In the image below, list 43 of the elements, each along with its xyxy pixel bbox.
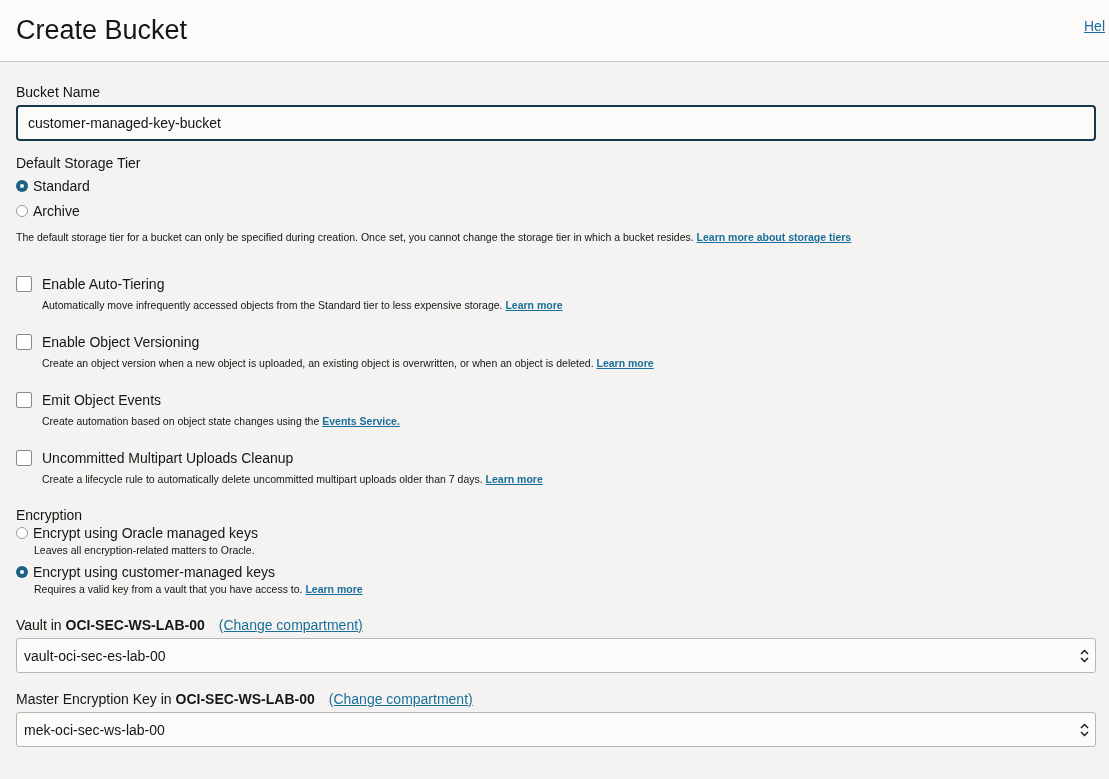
help-text: Leaves all encryption-related matters to Oracle. <box>34 544 256 556</box>
help-text: Create a lifecycle rule to automatically delete uncommitted multipart uploads older than 7 days. Learn more <box>42 473 544 485</box>
help-link[interactable]: Hel <box>1084 17 1109 34</box>
learn-more-link[interactable]: Learn more about storage tiers <box>696 231 852 243</box>
radio-label[interactable]: Standard <box>33 177 90 194</box>
checkbox-label[interactable]: Emit Object Events <box>42 392 162 408</box>
learn-more-link[interactable]: Learn more <box>596 357 654 369</box>
bucket-name-field[interactable]: customer-managed-key-bucket <box>16 105 1096 141</box>
learn-more-link[interactable]: Learn more <box>305 583 363 595</box>
radio-button[interactable] <box>16 204 28 217</box>
chevron-up-down-icon <box>1080 648 1089 663</box>
field-label: Vault in OCI-SEC-WS-LAB-00 <box>16 617 205 633</box>
checkbox-label[interactable]: Uncommitted Multipart Uploads Cleanup <box>42 450 294 466</box>
learn-more-link[interactable]: Learn more <box>485 473 543 485</box>
radio-button[interactable] <box>16 566 28 578</box>
chevron-up-down-icon <box>1080 722 1089 737</box>
field-label: Master Encryption Key in OCI-SEC-WS-LAB-00 <box>16 691 315 707</box>
help-text: Create an object version when a new object is uploaded, an existing object is overwritten, or when an object is deleted. Learn more <box>42 357 655 369</box>
events-service-link[interactable]: Events Service. <box>322 415 400 427</box>
page-title: Create Bucket <box>16 15 188 46</box>
checkbox[interactable] <box>16 450 32 466</box>
checkbox[interactable] <box>16 392 32 408</box>
checkbox-label[interactable]: Enable Object Versioning <box>42 334 200 350</box>
change-compartment-link[interactable]: (Change compartment) <box>328 691 473 707</box>
learn-more-link[interactable]: Learn more <box>505 299 563 311</box>
radio-label[interactable]: Archive <box>33 202 80 219</box>
radio-button[interactable] <box>16 527 28 539</box>
key-select[interactable]: mek-oci-sec-ws-lab-00 <box>16 712 1096 747</box>
radio-label[interactable]: Encrypt using customer-managed keys <box>33 564 275 580</box>
field-label: Bucket Name <box>16 84 102 100</box>
help-text: Requires a valid key from a vault that you have access to. Learn more <box>34 583 364 595</box>
checkbox[interactable] <box>16 276 32 292</box>
field-label: Default Storage Tier <box>16 155 142 171</box>
field-label: Encryption <box>16 507 84 523</box>
radio-label[interactable]: Encrypt using Oracle managed keys <box>33 525 258 541</box>
radio-button[interactable] <box>16 179 28 192</box>
help-text: Automatically move infrequently accessed objects from the Standard tier to less expensive storage. Learn more <box>42 299 564 311</box>
checkbox[interactable] <box>16 334 32 350</box>
help-text: Create automation based on object state changes using the Events Service. <box>42 415 401 427</box>
checkbox-label[interactable]: Enable Auto-Tiering <box>42 276 165 292</box>
change-compartment-link[interactable]: (Change compartment) <box>218 617 363 633</box>
vault-select[interactable]: vault-oci-sec-es-lab-00 <box>16 638 1096 673</box>
help-text: The default storage tier for a bucket can only be specified during creation. Once set, you cannot change the storage tier in which a bucket resides. Learn more about storage tiers <box>16 231 853 243</box>
